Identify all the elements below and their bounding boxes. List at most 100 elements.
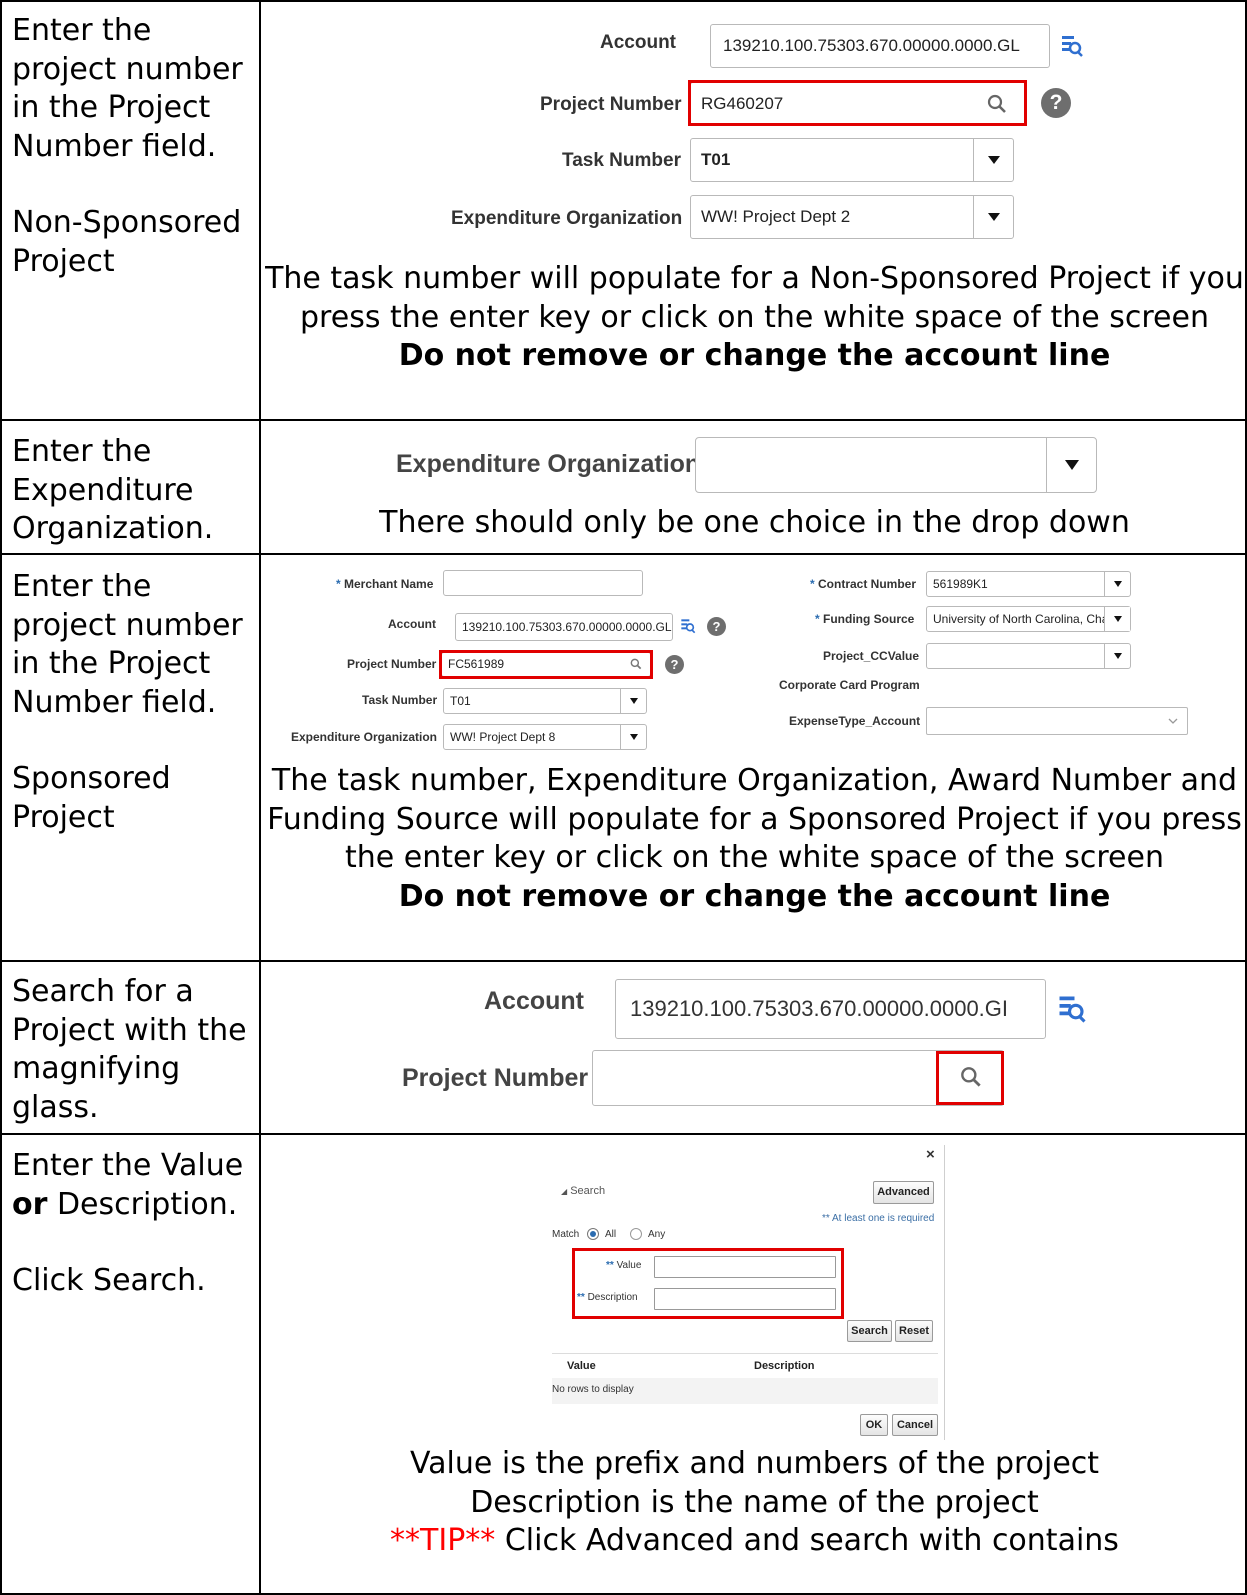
row1-project-type: Non-Sponsored Project xyxy=(12,205,242,279)
match-any-label: Any xyxy=(648,1229,666,1240)
column-header-description: Description xyxy=(754,1360,815,1372)
row5-instructions: Enter the Value or Description. Click Se… xyxy=(12,1147,252,1301)
search-icon[interactable] xyxy=(958,1064,984,1090)
results-divider xyxy=(552,1353,938,1354)
project-number-label: Project Number xyxy=(347,657,437,671)
contract-number-select[interactable]: 561989K1 xyxy=(926,571,1131,597)
triangle-icon: ◢ xyxy=(561,1187,568,1196)
account-field[interactable]: 139210.100.75303.670.00000.0000.GL xyxy=(710,24,1050,68)
task-number-label: Task Number xyxy=(362,693,438,707)
account-lookup-icon[interactable] xyxy=(1060,34,1084,58)
row-divider xyxy=(0,960,1247,962)
expenditure-org-label: Expenditure Organization xyxy=(396,450,701,478)
row2-step-text: Enter the Expenditure Organization. xyxy=(12,434,214,546)
row3-project-type: Sponsored Project xyxy=(12,761,171,835)
match-label: Match xyxy=(552,1229,580,1240)
account-label: Account xyxy=(484,987,584,1015)
row3-step-text: Enter the project number in the Project … xyxy=(12,569,243,720)
account-field[interactable]: 139210.100.75303.670.00000.0000.GL xyxy=(455,613,673,641)
advanced-button[interactable]: Advanced xyxy=(873,1181,934,1204)
expensetype-account-label: ExpenseType_Account xyxy=(789,714,921,728)
row1-caption: The task number will populate for a Non-… xyxy=(262,260,1247,376)
project-number-highlight xyxy=(688,80,1027,126)
row5-caption: Value is the prefix and numbers of the p… xyxy=(262,1445,1247,1561)
value-input[interactable] xyxy=(654,1256,836,1278)
task-number-label: Task Number xyxy=(562,150,681,171)
funding-source-select[interactable]: University of North Carolina, Cha xyxy=(926,606,1131,632)
project-ccvalue-select[interactable] xyxy=(926,643,1131,669)
project-ccvalue-label: Project_CCValue xyxy=(823,649,920,663)
row-divider xyxy=(0,1133,1247,1135)
chevron-down-icon[interactable] xyxy=(1104,572,1130,596)
row2-instructions: Enter the Expenditure Organization. xyxy=(12,433,252,549)
help-icon[interactable]: ? xyxy=(1041,88,1071,118)
description-label: ** Description xyxy=(577,1292,638,1303)
account-label: Account xyxy=(388,617,436,631)
match-any-radio[interactable] xyxy=(630,1228,642,1240)
row5-step-text: Enter the Value or Description. xyxy=(12,1148,244,1222)
expenditure-org-select[interactable]: WW! Project Dept 2 xyxy=(690,195,1014,239)
chevron-down-icon[interactable] xyxy=(973,139,1013,181)
expenditure-org-label: Expenditure Organization xyxy=(291,730,438,744)
chevron-down-icon[interactable] xyxy=(620,725,646,749)
cancel-button[interactable]: Cancel xyxy=(892,1414,938,1436)
chevron-down-icon[interactable] xyxy=(1166,713,1180,727)
search-button[interactable]: Search xyxy=(847,1320,892,1342)
row-divider xyxy=(0,419,1247,421)
account-lookup-icon[interactable] xyxy=(680,618,696,634)
row1-warning: Do not remove or change the account line xyxy=(398,338,1111,373)
row4-instructions: Search for a Project with the magnifying… xyxy=(12,973,252,1127)
table-border-left xyxy=(0,0,2,1595)
corporate-card-program-label: Corporate Card Program xyxy=(779,678,920,692)
row1-instructions: Enter the project number in the Project … xyxy=(12,12,252,281)
project-number-label: Project Number xyxy=(402,1064,589,1092)
row2-caption: There should only be one choice in the d… xyxy=(379,505,1130,540)
task-number-select[interactable]: T01 xyxy=(443,688,647,714)
match-all-label: All xyxy=(605,1229,617,1240)
row1-step-text: Enter the project number in the Project … xyxy=(12,13,243,164)
reset-button[interactable]: Reset xyxy=(895,1320,933,1342)
tip-prefix: **TIP** xyxy=(390,1523,496,1558)
row1-caption-text: The task number will populate for a Non-… xyxy=(265,261,1244,335)
chevron-down-icon[interactable] xyxy=(1046,438,1096,492)
ok-button[interactable]: OK xyxy=(860,1414,888,1436)
chevron-down-icon[interactable] xyxy=(1104,607,1130,631)
funding-source-label: * Funding Source xyxy=(815,612,915,626)
row5-caption-line1: Value is the prefix and numbers of the p… xyxy=(409,1446,1100,1481)
close-icon[interactable]: × xyxy=(926,1146,935,1163)
expensetype-account-select[interactable] xyxy=(926,707,1188,735)
expenditure-org-select[interactable] xyxy=(695,437,1097,493)
row5-tip: **TIP** Click Advanced and search with c… xyxy=(262,1522,1247,1561)
dialog-border xyxy=(944,1145,945,1440)
row4-step-text: Search for a Project with the magnifying… xyxy=(12,974,247,1125)
project-number-label: Project Number xyxy=(540,94,682,115)
chevron-down-icon[interactable] xyxy=(620,689,646,713)
empty-results-text: No rows to display xyxy=(552,1384,634,1395)
search-section-toggle[interactable]: ◢ Search xyxy=(561,1185,605,1197)
description-input[interactable] xyxy=(654,1288,836,1310)
value-label: ** Value xyxy=(606,1260,642,1271)
chevron-down-icon[interactable] xyxy=(1104,644,1130,668)
required-note: ** At least one is required xyxy=(822,1213,935,1224)
account-lookup-icon[interactable] xyxy=(1057,994,1087,1024)
column-header-value: Value xyxy=(567,1360,596,1372)
match-all-radio[interactable] xyxy=(587,1228,599,1240)
table-border-top xyxy=(0,0,1247,2)
row3-warning: Do not remove or change the account line xyxy=(398,878,1111,914)
row3-instructions: Enter the project number in the Project … xyxy=(12,568,252,837)
merchant-name-label: * Merchant Name xyxy=(336,577,434,591)
project-number-highlight xyxy=(439,650,653,679)
row3-caption: The task number, Expenditure Organizatio… xyxy=(262,762,1247,916)
merchant-name-field[interactable] xyxy=(443,570,643,596)
row5-caption-line2: Description is the name of the project xyxy=(470,1484,1039,1520)
expenditure-org-select[interactable]: WW! Project Dept 8 xyxy=(443,724,647,750)
contract-number-label: * Contract Number xyxy=(810,577,917,591)
task-number-select[interactable]: T01 xyxy=(690,138,1014,182)
help-icon[interactable]: ? xyxy=(665,655,684,674)
chevron-down-icon[interactable] xyxy=(973,196,1013,238)
account-label: Account xyxy=(600,32,676,53)
help-icon[interactable]: ? xyxy=(707,617,726,636)
tip-text: Click Advanced and search with contains xyxy=(495,1523,1119,1558)
row-divider xyxy=(0,553,1247,555)
account-field[interactable]: 139210.100.75303.670.00000.0000.GI xyxy=(615,979,1046,1039)
